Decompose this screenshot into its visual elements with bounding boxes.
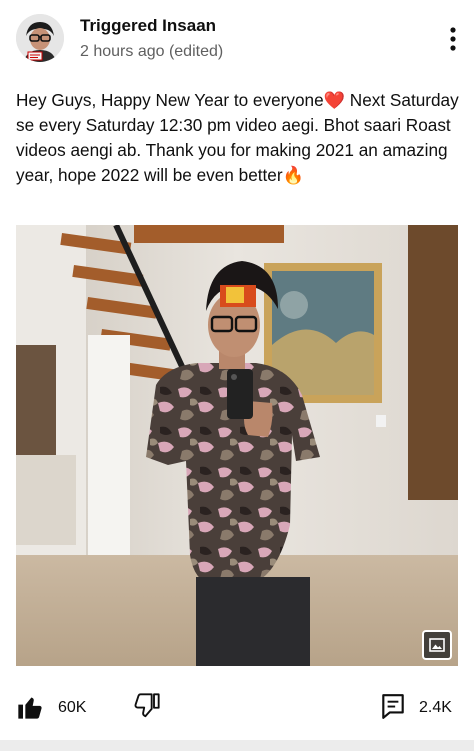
image-view-button[interactable] bbox=[422, 630, 452, 660]
dislike-button[interactable] bbox=[133, 692, 161, 720]
post-text: Hey Guys, Happy New Year to everyone❤️ N… bbox=[16, 90, 459, 185]
image-icon bbox=[429, 638, 445, 652]
more-vertical-icon bbox=[450, 27, 456, 51]
post-timestamp: 2 hours ago (edited) bbox=[80, 43, 224, 60]
more-options-button[interactable] bbox=[440, 24, 466, 54]
comment-count: 2.4K bbox=[419, 699, 452, 716]
bottom-divider bbox=[0, 740, 474, 751]
like-button[interactable] bbox=[16, 693, 44, 721]
comment-icon bbox=[382, 694, 404, 719]
comment-button[interactable] bbox=[380, 692, 406, 720]
post-image[interactable] bbox=[16, 225, 458, 666]
like-count: 60K bbox=[58, 699, 87, 716]
channel-name[interactable]: Triggered Insaan bbox=[80, 16, 216, 36]
thumbs-down-outline-icon bbox=[134, 693, 160, 718]
channel-avatar[interactable] bbox=[16, 14, 64, 62]
post-header: Triggered Insaan 2 hours ago (edited) bbox=[0, 0, 474, 80]
thumbs-up-filled-icon bbox=[18, 697, 42, 719]
post-actions: 60K 2.4K bbox=[0, 688, 474, 728]
